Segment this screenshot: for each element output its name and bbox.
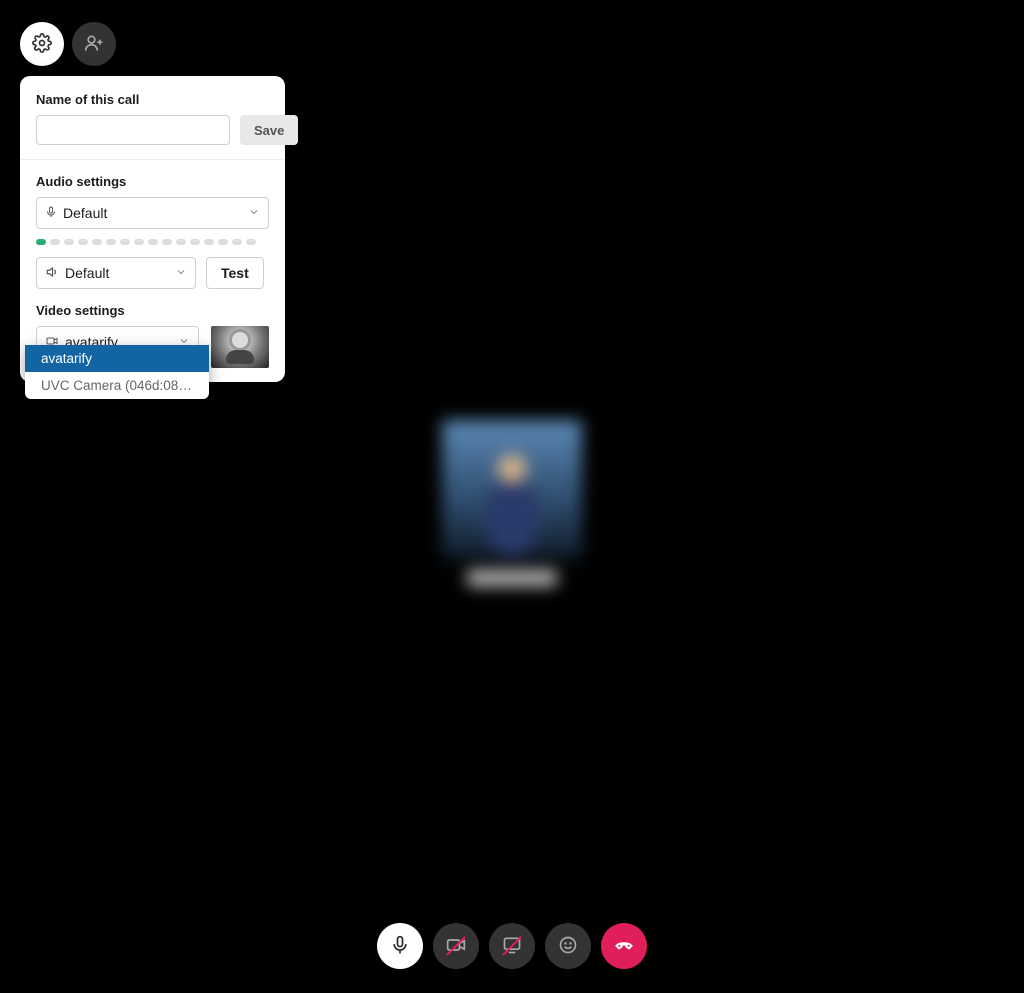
gear-icon (32, 33, 52, 56)
chevron-down-icon (248, 205, 260, 221)
video-option-avatarify[interactable]: avatarify (25, 345, 209, 372)
audio-output-value: Default (65, 265, 109, 281)
audio-input-value: Default (63, 205, 107, 221)
share-screen-button[interactable] (489, 923, 535, 969)
call-name-label: Name of this call (36, 92, 269, 107)
speaker-icon (45, 265, 59, 282)
call-settings-popover: Name of this call Save Audio settings De… (20, 76, 285, 382)
test-audio-button[interactable]: Test (206, 257, 264, 289)
settings-button[interactable] (20, 22, 64, 66)
hangup-button[interactable] (601, 923, 647, 969)
participant-tile (437, 420, 587, 591)
call-controls (377, 923, 647, 969)
audio-input-select[interactable]: Default (36, 197, 269, 229)
audio-settings-label: Audio settings (36, 174, 269, 189)
camera-button[interactable] (433, 923, 479, 969)
video-settings-label: Video settings (36, 303, 269, 318)
screen-share-off-icon (502, 935, 522, 958)
audio-output-select[interactable]: Default (36, 257, 196, 289)
chevron-down-icon (175, 265, 187, 281)
call-name-input[interactable] (36, 115, 230, 145)
divider (20, 159, 285, 160)
reactions-button[interactable] (545, 923, 591, 969)
add-person-icon (84, 33, 104, 56)
phone-hangup-icon (614, 935, 634, 958)
video-preview-thumbnail (211, 326, 269, 368)
mute-button[interactable] (377, 923, 423, 969)
camera-off-icon (446, 935, 466, 958)
audio-level-meter (36, 239, 269, 245)
microphone-icon (45, 205, 57, 222)
video-option-uvc-camera[interactable]: UVC Camera (046d:0825) (… (25, 372, 209, 399)
microphone-icon (390, 935, 410, 958)
participant-name (467, 570, 557, 586)
participant-avatar (442, 420, 582, 560)
smile-icon (558, 935, 578, 958)
add-people-button[interactable] (72, 22, 116, 66)
save-button[interactable]: Save (240, 115, 298, 145)
video-input-dropdown: avatarify UVC Camera (046d:0825) (… (25, 345, 209, 399)
